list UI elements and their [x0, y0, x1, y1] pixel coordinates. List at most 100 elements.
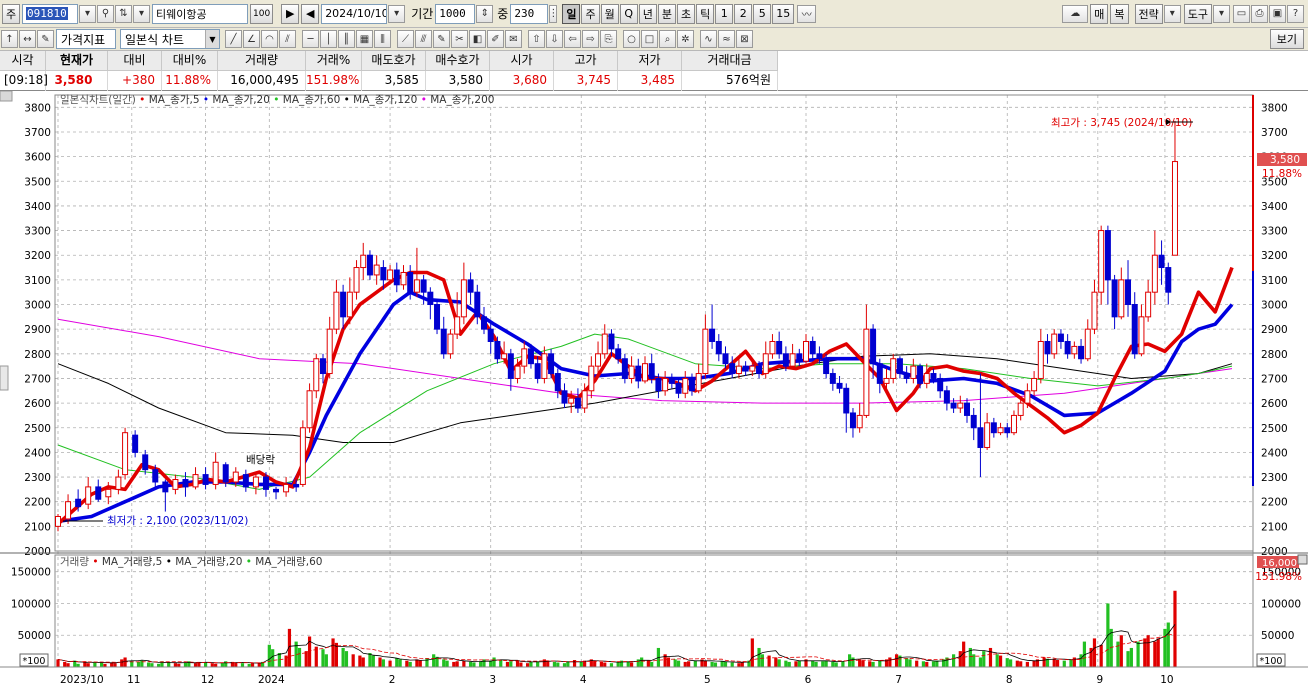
line-tool-icon[interactable]: ╱ — [225, 30, 242, 48]
mark-tool-icon[interactable]: ⊠ — [736, 30, 753, 48]
arc-tool-icon[interactable]: ◠ — [261, 30, 278, 48]
erase-tool-icon[interactable]: ✂ — [451, 30, 468, 48]
tools-dropdown-icon[interactable]: ▾ — [1213, 4, 1230, 23]
candle-body-128 — [990, 422, 997, 434]
price-left-tick-17: 3700 — [24, 127, 51, 139]
period-button-7[interactable]: 틱 — [696, 3, 715, 24]
period-button-0[interactable]: 일 — [562, 3, 581, 24]
stock-name-field[interactable]: 티웨이항공 — [152, 3, 248, 24]
save-icon[interactable]: ▣ — [1269, 4, 1286, 23]
zoom-tool-icon[interactable]: ⌕ — [659, 30, 676, 48]
edit-icon[interactable]: ✎ — [37, 30, 54, 48]
sort-icon[interactable]: ⇅ — [115, 4, 132, 23]
circle-tool-icon[interactable]: ○ — [623, 30, 640, 48]
period-spinner-icon[interactable]: ⇕ — [476, 4, 494, 23]
text-tool-icon[interactable]: ✐ — [487, 30, 504, 48]
price-legend-item-4: MA_종가,200 — [430, 94, 494, 106]
strategy-dropdown-icon[interactable]: ▾ — [1163, 4, 1181, 23]
period-button-10[interactable]: 5 — [753, 3, 772, 24]
chart-wave-icon[interactable]: 〰 — [797, 4, 817, 23]
chart-svg[interactable]: 2000 20002100 21002200 22002300 23002400 2400… — [0, 90, 1308, 687]
strategy-button[interactable]: 전략 — [1134, 3, 1163, 24]
period-button-4[interactable]: 년 — [638, 3, 657, 24]
tools-button[interactable]: 도구 — [1183, 3, 1212, 24]
arrow-down-tool-icon[interactable]: ⇩ — [546, 30, 563, 48]
volume-bar-79 — [472, 662, 476, 667]
volume-bar-34 — [234, 662, 238, 667]
stock-code-input[interactable]: 091810 — [22, 3, 78, 24]
period-button-2[interactable]: 월 — [600, 3, 619, 24]
period-button-3[interactable]: Q — [619, 3, 638, 24]
price-left-tick-1: 2100 — [24, 521, 51, 533]
arrow-left-tool-icon[interactable]: ⇦ — [564, 30, 581, 48]
pen-tool-icon[interactable]: ✎ — [433, 30, 450, 48]
square-tool-icon[interactable]: □ — [641, 30, 658, 48]
mid-spinner-icon[interactable]: ⋮ — [548, 4, 558, 23]
volume-bar-15 — [136, 661, 141, 667]
candle-body-131 — [1010, 414, 1017, 434]
period-button-8[interactable]: 1 — [715, 3, 734, 24]
candle-body-137 — [1051, 333, 1058, 355]
magic-tool-icon[interactable]: ✲ — [677, 30, 694, 48]
print-icon[interactable]: ⎙ — [1251, 4, 1268, 23]
arrow-up-tool-icon[interactable]: ⇧ — [528, 30, 545, 48]
right-button-2[interactable]: 복 — [1110, 3, 1129, 24]
price-left-tick-16: 3600 — [24, 152, 51, 164]
period-button-9[interactable]: 2 — [734, 3, 753, 24]
volume-bar-119 — [683, 661, 687, 667]
view-button[interactable]: 보기 — [1269, 29, 1304, 49]
candle-body-136 — [1044, 340, 1051, 355]
angle-tool-icon[interactable]: ∠ — [243, 30, 260, 48]
right-button-1[interactable]: 매 — [1090, 3, 1109, 24]
chart-type-dropdown[interactable]: 일본식 차트 ▼ — [120, 29, 220, 49]
page-tool-icon[interactable]: ⎘ — [600, 30, 617, 48]
list-dropdown-icon[interactable]: ▾ — [133, 4, 150, 23]
volume-legend: 거래량 • MA_거래량,5 • MA_거래량,20 • MA_거래량,60 — [60, 556, 322, 568]
cloud-icon[interactable]: ☁ — [1062, 4, 1089, 23]
folder-icon[interactable]: ▭ — [1233, 4, 1250, 23]
date-input[interactable]: 2024/10/10 — [321, 3, 388, 24]
period-button-11[interactable]: 15 — [772, 3, 795, 24]
volume-bar-159 — [894, 654, 899, 667]
candle-body-48 — [454, 316, 461, 335]
mid-input[interactable]: 230 — [510, 3, 549, 24]
chart-area[interactable]: 2000 2000 2100 2100 2200 2200 2300 2300 2400 2400… — [0, 90, 1308, 687]
candle-body-155 — [1171, 161, 1178, 256]
period-input[interactable]: 1000 — [435, 3, 476, 24]
fan-tool-icon[interactable]: ⫽ — [279, 30, 296, 48]
next-arrow-icon[interactable]: ▶ — [281, 3, 300, 24]
fill-tool-icon[interactable]: ◧ — [469, 30, 486, 48]
help-icon[interactable]: ? — [1287, 4, 1304, 23]
volume-bar-109 — [629, 662, 634, 667]
candle-body-46 — [440, 328, 447, 355]
parallel-tool-icon[interactable]: ⫻ — [415, 30, 432, 48]
period-button-6[interactable]: 초 — [676, 3, 696, 24]
candle-body-74 — [628, 365, 635, 379]
wave-tool-icon[interactable]: ∿ — [700, 30, 717, 48]
up-arrow-icon[interactable]: ↑ — [1, 30, 18, 48]
hline-tool-icon[interactable]: ─ — [302, 30, 319, 48]
vline-tool-icon[interactable]: │ — [320, 30, 337, 48]
trend-tool-icon[interactable]: ⟋ — [397, 30, 414, 48]
volume-bar-55 — [344, 651, 349, 667]
volume-legend-marker-0: • — [92, 556, 102, 568]
prev-arrow-icon[interactable]: ◀ — [301, 3, 320, 24]
candle-body-47 — [447, 333, 454, 355]
search-icon[interactable]: ⚲ — [97, 4, 114, 23]
date-dropdown-icon[interactable]: ▾ — [388, 4, 406, 23]
note-tool-icon[interactable]: ✉ — [505, 30, 522, 48]
volume-bar-84 — [499, 660, 503, 667]
price-legend-marker-1: • — [203, 94, 213, 106]
code-dropdown-icon[interactable]: ▾ — [79, 4, 96, 23]
period-button-1[interactable]: 주 — [581, 3, 600, 24]
bars-tool-icon[interactable]: ⫼ — [374, 30, 391, 48]
wave2-tool-icon[interactable]: ≈ — [718, 30, 735, 48]
cycle-tool-icon[interactable]: ║ — [338, 30, 355, 48]
chart-background — [0, 91, 1308, 687]
arrow-right-tool-icon[interactable]: ⇨ — [582, 30, 599, 48]
left-right-icon[interactable]: ↔ — [19, 30, 36, 48]
grid-tool-icon[interactable]: ▦ — [356, 30, 373, 48]
quote-header-row: 시각 현재가 대비 대비% 거래량 거래% 매도호가 매수호가 시가 고가 저가 거래대금 — [0, 51, 1308, 71]
indicator-dropdown[interactable]: 가격지표 — [56, 29, 116, 49]
period-button-5[interactable]: 분 — [657, 3, 676, 24]
